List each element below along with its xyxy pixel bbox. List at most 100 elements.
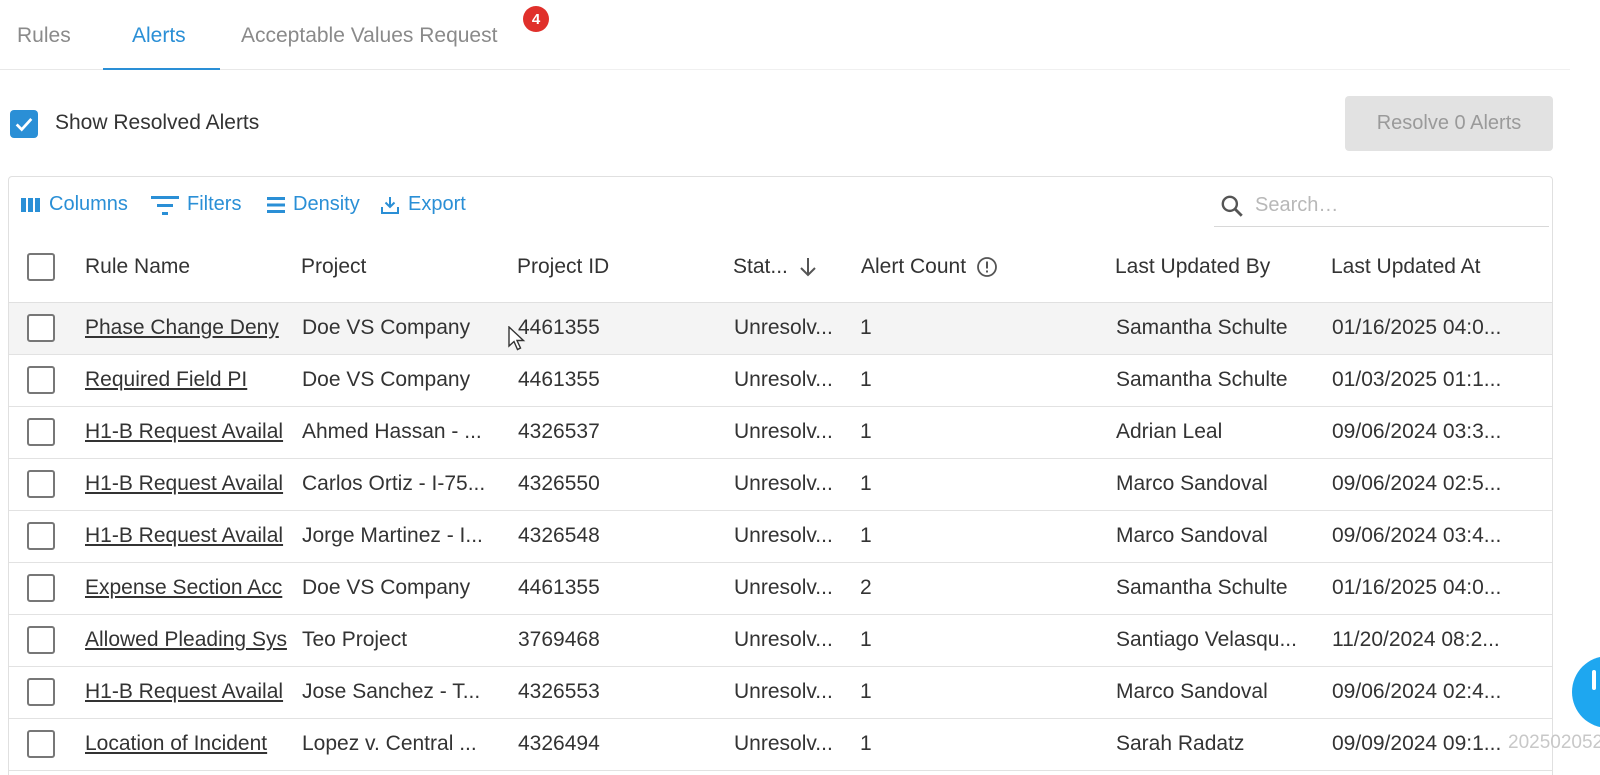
last-updated-by-cell: Marco Sandoval bbox=[1116, 524, 1268, 547]
project-cell: Jorge Martinez - I... bbox=[302, 524, 483, 547]
row-checkbox[interactable] bbox=[27, 522, 55, 550]
columns-label: Columns bbox=[49, 193, 128, 215]
row-checkbox[interactable] bbox=[27, 366, 55, 394]
project-id-cell: 3769468 bbox=[518, 628, 600, 651]
resolve-alerts-button[interactable]: Resolve 0 Alerts bbox=[1345, 96, 1553, 151]
row-checkbox[interactable] bbox=[27, 678, 55, 706]
last-updated-at-cell: 09/06/2024 03:4... bbox=[1332, 524, 1502, 547]
column-header-project[interactable]: Project bbox=[301, 255, 366, 279]
columns-button[interactable]: Columns bbox=[21, 193, 128, 216]
last-updated-by-cell: Santiago Velasqu... bbox=[1116, 628, 1297, 651]
last-updated-by-cell: Marco Sandoval bbox=[1116, 472, 1268, 495]
alert-count-cell: 2 bbox=[860, 576, 872, 599]
checkmark-icon bbox=[15, 118, 33, 132]
columns-icon bbox=[21, 197, 40, 212]
status-cell: Unresolv... bbox=[734, 680, 833, 703]
last-updated-by-cell: Adrian Leal bbox=[1116, 420, 1223, 443]
column-header-project-id[interactable]: Project ID bbox=[517, 255, 609, 279]
rule-name-link[interactable]: H1-B Request Availal bbox=[85, 420, 293, 444]
search-box bbox=[1214, 185, 1549, 227]
alerts-grid: Columns Filters Density Export Search… R… bbox=[8, 176, 1553, 775]
status-cell: Unresolv... bbox=[734, 420, 833, 443]
rule-name-link[interactable]: Location of Incident bbox=[85, 732, 293, 756]
table-row[interactable]: Location of Incident Lopez v. Central ..… bbox=[9, 719, 1552, 771]
table-row[interactable]: H1-B Request Availal Ahmed Hassan - ... … bbox=[9, 407, 1552, 459]
last-updated-by-cell: Sarah Radatz bbox=[1116, 732, 1245, 755]
status-cell: Unresolv... bbox=[734, 316, 833, 339]
table-row[interactable]: H1-B Request Availal Carlos Ortiz - I-75… bbox=[9, 459, 1552, 511]
tab-rules[interactable]: Rules bbox=[17, 24, 71, 48]
density-button[interactable]: Density bbox=[267, 193, 360, 216]
project-cell: Jose Sanchez - T... bbox=[302, 680, 481, 703]
project-id-cell: 4326548 bbox=[518, 524, 600, 547]
row-checkbox[interactable] bbox=[27, 470, 55, 498]
mouse-cursor-icon bbox=[508, 326, 526, 351]
project-id-cell: 4461355 bbox=[518, 368, 600, 391]
help-button[interactable] bbox=[1572, 656, 1600, 728]
table-row[interactable]: H1-B Request Availal Jose Sanchez - T...… bbox=[9, 667, 1552, 719]
status-cell: Unresolv... bbox=[734, 576, 833, 599]
project-id-cell: 4326494 bbox=[518, 732, 600, 755]
project-cell: Lopez v. Central ... bbox=[302, 732, 477, 755]
table-row[interactable]: Phase Change Deny Doe VS Company 4461355… bbox=[9, 303, 1552, 355]
rule-name-link[interactable]: Expense Section Acc bbox=[85, 576, 293, 600]
column-header-rule-name[interactable]: Rule Name bbox=[85, 255, 190, 279]
project-id-cell: 4326537 bbox=[518, 420, 600, 443]
rule-name-link[interactable]: Phase Change Deny bbox=[85, 316, 293, 340]
status-cell: Unresolv... bbox=[734, 732, 833, 755]
table-row[interactable]: Allowed Pleading Sys Teo Project 3769468… bbox=[9, 615, 1552, 667]
last-updated-by-cell: Marco Sandoval bbox=[1116, 680, 1268, 703]
rule-name-link[interactable]: Required Field PI bbox=[85, 368, 293, 392]
project-id-cell: 4326553 bbox=[518, 680, 600, 703]
tab-acceptable-values-request[interactable]: Acceptable Values Request bbox=[241, 24, 497, 48]
table-row[interactable]: Required Field PI Doe VS Company 4461355… bbox=[9, 355, 1552, 407]
column-header-status-label: Stat... bbox=[733, 255, 788, 278]
project-cell: Ahmed Hassan - ... bbox=[302, 420, 482, 443]
last-updated-at-cell: 09/09/2024 09:1... bbox=[1332, 732, 1502, 755]
status-cell: Unresolv... bbox=[734, 628, 833, 651]
grid-header-row: Rule Name Project Project ID Stat... Ale… bbox=[9, 233, 1552, 303]
rule-name-link[interactable]: H1-B Request Availal bbox=[85, 472, 293, 496]
alert-count-cell: 1 bbox=[860, 524, 872, 547]
column-header-alert-count-label: Alert Count bbox=[861, 255, 967, 278]
row-checkbox[interactable] bbox=[27, 418, 55, 446]
rule-name-link[interactable]: Allowed Pleading Sys bbox=[85, 628, 293, 652]
project-cell: Teo Project bbox=[302, 628, 408, 651]
show-resolved-checkbox[interactable] bbox=[10, 110, 38, 138]
sort-descending-icon[interactable] bbox=[798, 256, 818, 278]
row-checkbox[interactable] bbox=[27, 626, 55, 654]
grid-body: Phase Change Deny Doe VS Company 4461355… bbox=[9, 303, 1552, 771]
last-updated-at-cell: 09/06/2024 02:4... bbox=[1332, 680, 1502, 703]
active-tab-indicator bbox=[103, 68, 220, 70]
project-cell: Doe VS Company bbox=[302, 368, 471, 391]
search-input[interactable] bbox=[1255, 194, 1535, 217]
last-updated-by-cell: Samantha Schulte bbox=[1116, 576, 1288, 599]
alert-count-cell: 1 bbox=[860, 420, 872, 443]
table-row[interactable]: Expense Section Acc Doe VS Company 44613… bbox=[9, 563, 1552, 615]
column-header-last-updated-at[interactable]: Last Updated At bbox=[1331, 255, 1480, 279]
last-updated-at-cell: 09/06/2024 02:5... bbox=[1332, 472, 1502, 495]
tab-alerts[interactable]: Alerts bbox=[132, 24, 186, 48]
column-header-last-updated-by[interactable]: Last Updated By bbox=[1115, 255, 1270, 279]
filters-button[interactable]: Filters bbox=[151, 193, 241, 216]
export-button[interactable]: Export bbox=[380, 193, 466, 216]
alert-count-cell: 1 bbox=[860, 628, 872, 651]
rule-name-link[interactable]: H1-B Request Availal bbox=[85, 524, 293, 548]
row-checkbox[interactable] bbox=[27, 314, 55, 342]
filter-icon bbox=[151, 195, 179, 215]
project-cell: Doe VS Company bbox=[302, 576, 471, 599]
tab-divider bbox=[560, 69, 1570, 70]
alert-count-cell: 1 bbox=[860, 732, 872, 755]
last-updated-at-cell: 01/03/2025 01:1... bbox=[1332, 368, 1502, 391]
alert-count-cell: 1 bbox=[860, 368, 872, 391]
row-checkbox[interactable] bbox=[27, 574, 55, 602]
column-header-status[interactable]: Stat... bbox=[733, 255, 818, 279]
last-updated-at-cell: 01/16/2025 04:0... bbox=[1332, 316, 1502, 339]
row-checkbox[interactable] bbox=[27, 730, 55, 758]
column-header-alert-count[interactable]: Alert Count bbox=[861, 255, 998, 279]
grid-toolbar: Columns Filters Density Export bbox=[9, 177, 1552, 233]
info-icon[interactable] bbox=[976, 256, 998, 278]
rule-name-link[interactable]: H1-B Request Availal bbox=[85, 680, 293, 704]
select-all-checkbox[interactable] bbox=[27, 253, 55, 281]
table-row[interactable]: H1-B Request Availal Jorge Martinez - I.… bbox=[9, 511, 1552, 563]
